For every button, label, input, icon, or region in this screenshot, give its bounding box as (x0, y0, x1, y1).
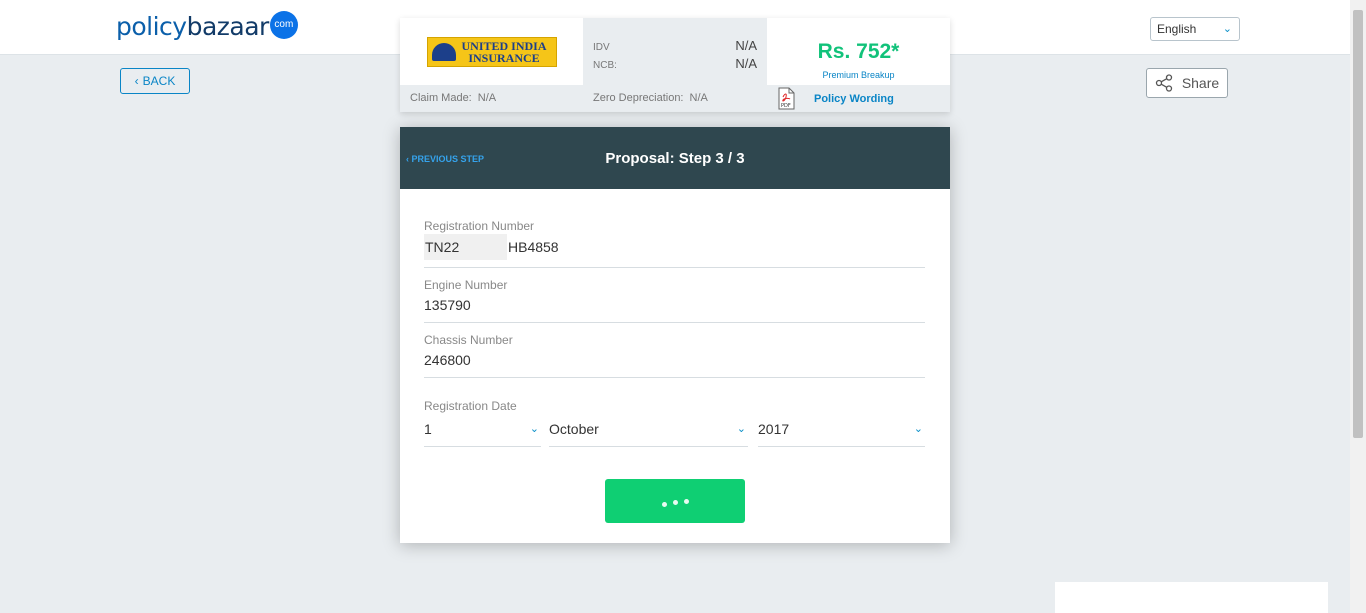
chevron-down-icon: ⌄ (736, 423, 746, 435)
language-select-value: English (1157, 22, 1197, 36)
premium-price: Rs. 752* (817, 40, 900, 63)
registration-year-value: 2017 (758, 421, 790, 437)
side-info-panel (1055, 582, 1328, 613)
chassis-number-input[interactable]: 246800 (424, 352, 925, 368)
insurer-name: UNITED INDIA INSURANCE (462, 40, 547, 64)
share-button[interactable]: Share (1146, 68, 1228, 98)
share-button-label: Share (1181, 75, 1220, 91)
registration-year-select[interactable]: 2017 ⌄ (758, 417, 925, 447)
proposal-form-card: ‹ PREVIOUS STEP Proposal: Step 3 / 3 Reg… (400, 127, 950, 543)
insurer-logo-cell: UNITED INDIA INSURANCE (400, 18, 583, 85)
chevron-left-icon: ‹ (134, 74, 139, 88)
pdf-icon: PDF (778, 87, 795, 110)
insurer-name-line2: INSURANCE (468, 50, 540, 65)
registration-month-value: October (549, 421, 599, 437)
engine-number-field[interactable]: Engine Number 135790 (424, 278, 925, 323)
logo-com-badge: com (269, 10, 298, 39)
logo-text-policy: policy (116, 12, 187, 41)
loading-dot-icon (683, 498, 689, 504)
back-button[interactable]: ‹ BACK (120, 68, 190, 94)
claim-made-label: Claim Made: (410, 92, 472, 104)
registration-number-field: Registration Number TN22 HB4858 (424, 219, 925, 268)
back-button-label: BACK (142, 74, 176, 88)
idv-label: IDV (593, 42, 610, 53)
claim-made-value: N/A (477, 92, 497, 104)
submit-button-loading[interactable] (605, 479, 745, 523)
idv-value: N/A (735, 38, 757, 53)
registration-date-label: Registration Date (424, 399, 517, 413)
registration-suffix-input[interactable]: HB4858 (508, 234, 559, 260)
policy-wording-label: Policy Wording (814, 92, 894, 105)
policy-wording-link[interactable]: PDF Policy Wording (778, 87, 894, 110)
zero-depreciation: Zero Depreciation: N/A (593, 92, 708, 104)
loading-dot-icon (672, 500, 678, 505)
chassis-number-label: Chassis Number (424, 333, 513, 347)
claim-made: Claim Made: N/A (410, 92, 496, 104)
insurer-emblem-icon (431, 42, 456, 61)
form-header: ‹ PREVIOUS STEP Proposal: Step 3 / 3 (400, 127, 950, 189)
zero-depreciation-label: Zero Depreciation: (593, 92, 684, 104)
ncb-row: NCB: N/A (593, 56, 757, 71)
chevron-down-icon: ⌄ (913, 423, 923, 435)
idv-row: IDV N/A (593, 38, 757, 53)
scrollbar-thumb[interactable] (1353, 10, 1363, 438)
ncb-label: NCB: (593, 60, 617, 71)
plan-summary-card: UNITED INDIA INSURANCE IDV N/A NCB: N/A … (400, 18, 950, 112)
registration-day-select[interactable]: 1 ⌄ (424, 417, 541, 447)
policybazaar-logo[interactable]: policy bazaar com (116, 10, 298, 41)
share-icon (1155, 74, 1172, 92)
form-title: Proposal: Step 3 / 3 (605, 150, 745, 167)
price-cell: Rs. 752* Premium Breakup (767, 18, 950, 85)
chassis-number-field[interactable]: Chassis Number 246800 (424, 333, 925, 378)
logo-text-bazaar: bazaar (186, 12, 270, 41)
insurer-logo: UNITED INDIA INSURANCE (426, 36, 557, 67)
chevron-down-icon: ⌄ (529, 423, 539, 435)
chevron-down-icon: ⌄ (1222, 23, 1232, 35)
page-scrollbar[interactable] (1350, 0, 1366, 613)
registration-month-select[interactable]: October ⌄ (549, 417, 748, 447)
registration-number-label: Registration Number (424, 219, 535, 233)
idv-ncb-cell: IDV N/A NCB: N/A (583, 18, 767, 85)
ncb-value: N/A (735, 56, 757, 71)
language-select[interactable]: English ⌄ (1150, 17, 1240, 41)
plan-card-footer: Claim Made: N/A Zero Depreciation: N/A PDF… (400, 85, 950, 112)
pdf-icon-label: PDF (781, 103, 791, 109)
loading-dot-icon (661, 501, 667, 507)
registration-prefix-input[interactable]: TN22 (424, 234, 507, 260)
engine-number-input[interactable]: 135790 (424, 297, 925, 313)
engine-number-label: Engine Number (424, 278, 508, 292)
zero-depreciation-value: N/A (689, 92, 708, 104)
premium-breakup-link[interactable]: Premium Breakup (767, 70, 950, 80)
registration-day-value: 1 (424, 421, 432, 437)
insurer-name-line1: UNITED INDIA (461, 38, 547, 53)
